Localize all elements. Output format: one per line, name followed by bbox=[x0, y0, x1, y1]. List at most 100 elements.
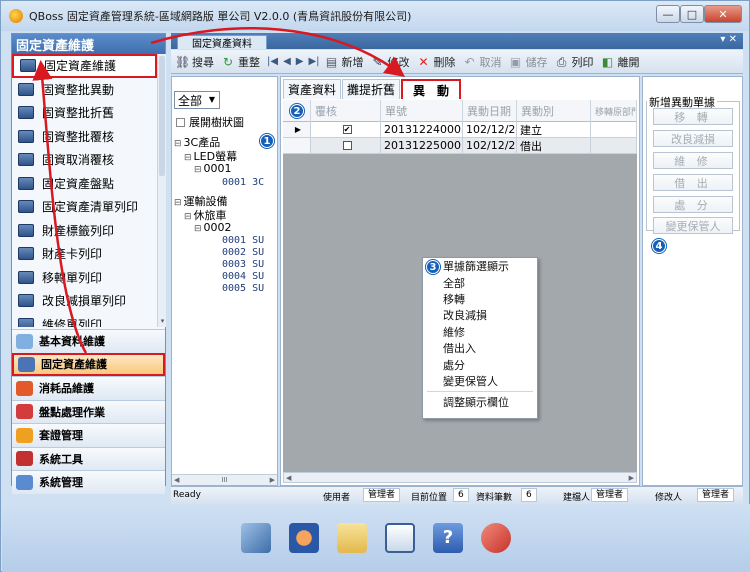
folder-icon[interactable] bbox=[337, 523, 367, 553]
tree-leaf[interactable]: 0002 SU bbox=[222, 247, 264, 258]
tree-horizontal-scrollbar[interactable]: ◀ III ▶ bbox=[172, 474, 277, 485]
order-no-cell[interactable]: 201312250001 bbox=[381, 138, 463, 154]
date-cell[interactable]: 102/12/25 bbox=[463, 138, 517, 154]
help-icon[interactable]: ? bbox=[433, 523, 463, 553]
review-checkbox[interactable] bbox=[342, 141, 352, 150]
review-cell[interactable] bbox=[311, 138, 381, 154]
menu-item-transfer[interactable]: 移轉 bbox=[423, 291, 537, 307]
review-checkbox[interactable]: ✔ bbox=[342, 125, 352, 134]
tree-leaf[interactable]: 0004 SU bbox=[222, 271, 264, 282]
menu-item-change-custodian[interactable]: 變更保管人 bbox=[423, 373, 537, 389]
last-record-button[interactable]: ▶| bbox=[308, 56, 319, 67]
tab-controls[interactable]: ▾ ✕ bbox=[720, 34, 737, 45]
menu-item-dispose[interactable]: 處分 bbox=[423, 356, 537, 372]
menu-item-adjust-columns[interactable]: 調整顯示欄位 bbox=[423, 394, 537, 410]
prev-record-button[interactable]: ◀ bbox=[283, 56, 291, 67]
type-cell[interactable]: 借出 bbox=[517, 138, 591, 154]
tree-leaf[interactable]: 0003 SU bbox=[222, 259, 264, 270]
maximize-button[interactable]: □ bbox=[680, 5, 704, 23]
add-button[interactable]: ▤ 新增 bbox=[325, 54, 364, 70]
nav-item-batch-review[interactable]: 固資整批覆核 bbox=[12, 125, 157, 149]
chevron-down-icon[interactable]: ▼ bbox=[206, 93, 218, 107]
nav-item-transfer-print[interactable]: 移轉單列印 bbox=[12, 266, 157, 290]
tree-leaf[interactable]: 0001 SU bbox=[222, 235, 264, 246]
nav-item-asset-maintenance[interactable]: 固定資產維護 bbox=[12, 54, 157, 78]
search-button[interactable]: ⛓ 搜尋 bbox=[175, 54, 214, 70]
checkbox-box[interactable] bbox=[176, 117, 185, 127]
nav-item-inventory[interactable]: 固定資產盤點 bbox=[12, 172, 157, 196]
collapse-icon[interactable]: ⊟ bbox=[174, 139, 182, 149]
close-button[interactable]: ✕ bbox=[704, 5, 742, 23]
tab-depreciation[interactable]: 攤提折舊 bbox=[342, 79, 401, 99]
scroll-right-icon[interactable]: ▶ bbox=[270, 476, 275, 484]
section-consumables[interactable]: 消耗品維護 bbox=[12, 376, 165, 400]
table-row[interactable]: 201312250001 102/12/25 借出 bbox=[283, 138, 637, 154]
menu-item-all[interactable]: 全部 bbox=[423, 274, 537, 290]
tree-leaf[interactable]: 0005 SU bbox=[222, 283, 264, 294]
scroll-down-icon[interactable]: ▾ bbox=[158, 317, 167, 325]
transfer-button[interactable]: 移 轉 bbox=[653, 108, 733, 125]
section-system-admin[interactable]: 系統管理 bbox=[12, 470, 165, 494]
collapse-icon[interactable]: ⊟ bbox=[194, 165, 202, 175]
grid-header-dept[interactable]: 移轉原部門 bbox=[591, 100, 637, 122]
tree-node-0001[interactable]: ⊟ 0001 bbox=[194, 162, 232, 175]
grid-header-order-no[interactable]: 單號 bbox=[381, 100, 463, 122]
grid-horizontal-scrollbar[interactable]: ◀ ▶ bbox=[283, 472, 637, 483]
type-cell[interactable]: 建立 bbox=[517, 122, 591, 138]
assets-icon[interactable] bbox=[241, 523, 271, 553]
section-voucher[interactable]: 套證管理 bbox=[12, 423, 165, 447]
collapse-icon[interactable]: ⊟ bbox=[174, 198, 182, 208]
menu-item-filter-header[interactable]: 單據篩選顯示 bbox=[423, 258, 537, 274]
section-inventory-ops[interactable]: 盤點處理作業 bbox=[12, 399, 165, 423]
nav-item-repair-print[interactable]: 維修單列印 bbox=[12, 313, 157, 327]
tab-asset-info[interactable]: 資產資料 bbox=[283, 79, 342, 99]
checklist-icon[interactable] bbox=[385, 523, 415, 553]
menu-item-repair[interactable]: 維修 bbox=[423, 324, 537, 340]
left-list-scrollbar[interactable]: ▾ bbox=[157, 54, 166, 327]
menu-item-lend[interactable]: 借出入 bbox=[423, 340, 537, 356]
date-cell[interactable]: 102/12/24 bbox=[463, 122, 517, 138]
category-filter-select[interactable]: 全部 ▼ bbox=[174, 91, 220, 109]
section-system-tools[interactable]: 系統工具 bbox=[12, 446, 165, 470]
delete-button[interactable]: ✕ 刪除 bbox=[417, 54, 456, 70]
tab-asset-data[interactable]: 固定資產資料 bbox=[177, 35, 267, 50]
collapse-icon[interactable]: ⊟ bbox=[184, 153, 192, 163]
repair-button[interactable]: 維 修 bbox=[653, 152, 733, 169]
nav-item-asset-list-print[interactable]: 固定資產清單列印 bbox=[12, 195, 157, 219]
order-no-cell[interactable]: 201312240005 bbox=[381, 122, 463, 138]
scroll-thumb[interactable] bbox=[159, 56, 165, 176]
expand-tree-checkbox[interactable]: 展開樹狀圖 bbox=[176, 114, 244, 130]
section-asset-maintenance[interactable]: 固定資產維護 bbox=[12, 352, 165, 376]
scroll-left-icon[interactable]: ◀ bbox=[286, 474, 291, 482]
nav-item-card-print[interactable]: 財產卡列印 bbox=[12, 242, 157, 266]
tree-node-0002[interactable]: ⊟ 0002 bbox=[194, 221, 232, 234]
stop-icon[interactable] bbox=[289, 523, 319, 553]
nav-item-improvement-print[interactable]: 改良減損單列印 bbox=[12, 289, 157, 313]
nav-item-batch-change[interactable]: 固資整批異動 bbox=[12, 78, 157, 102]
nav-item-cancel-review[interactable]: 固資取消覆核 bbox=[12, 148, 157, 172]
edit-button[interactable]: ✎ 修改 bbox=[371, 54, 410, 70]
exit-button[interactable]: ◧ 離開 bbox=[601, 54, 640, 70]
section-basic-data[interactable]: 基本資料維護 bbox=[12, 329, 165, 353]
minimize-button[interactable]: — bbox=[656, 5, 680, 23]
collapse-icon[interactable]: ⊟ bbox=[184, 212, 192, 222]
menu-item-improvement[interactable]: 改良減損 bbox=[423, 307, 537, 323]
review-cell[interactable]: ✔ bbox=[311, 122, 381, 138]
cancel-button[interactable]: ↶ 取消 bbox=[463, 54, 502, 70]
scroll-right-icon[interactable]: ▶ bbox=[629, 474, 634, 482]
exit-run-icon[interactable] bbox=[481, 523, 511, 553]
grid-header-review[interactable]: 覆核 bbox=[311, 100, 381, 122]
table-row[interactable]: ▶ ✔ 201312240005 102/12/24 建立 bbox=[283, 122, 637, 138]
print-button[interactable]: ⎙ 列印 bbox=[555, 54, 594, 70]
dept-cell[interactable] bbox=[591, 138, 637, 154]
collapse-icon[interactable]: ⊟ bbox=[194, 224, 202, 234]
save-button[interactable]: ▣ 儲存 bbox=[509, 54, 548, 70]
lend-button[interactable]: 借 出 bbox=[653, 174, 733, 191]
scroll-grip[interactable]: III bbox=[221, 476, 227, 484]
nav-item-label-print[interactable]: 財產標籤列印 bbox=[12, 219, 157, 243]
scroll-left-icon[interactable]: ◀ bbox=[174, 476, 179, 484]
next-record-button[interactable]: ▶ bbox=[296, 56, 304, 67]
first-record-button[interactable]: |◀ bbox=[267, 56, 278, 67]
change-custodian-button[interactable]: 變更保管人 bbox=[653, 217, 733, 234]
refresh-button[interactable]: ↻ 重整 bbox=[221, 54, 260, 70]
